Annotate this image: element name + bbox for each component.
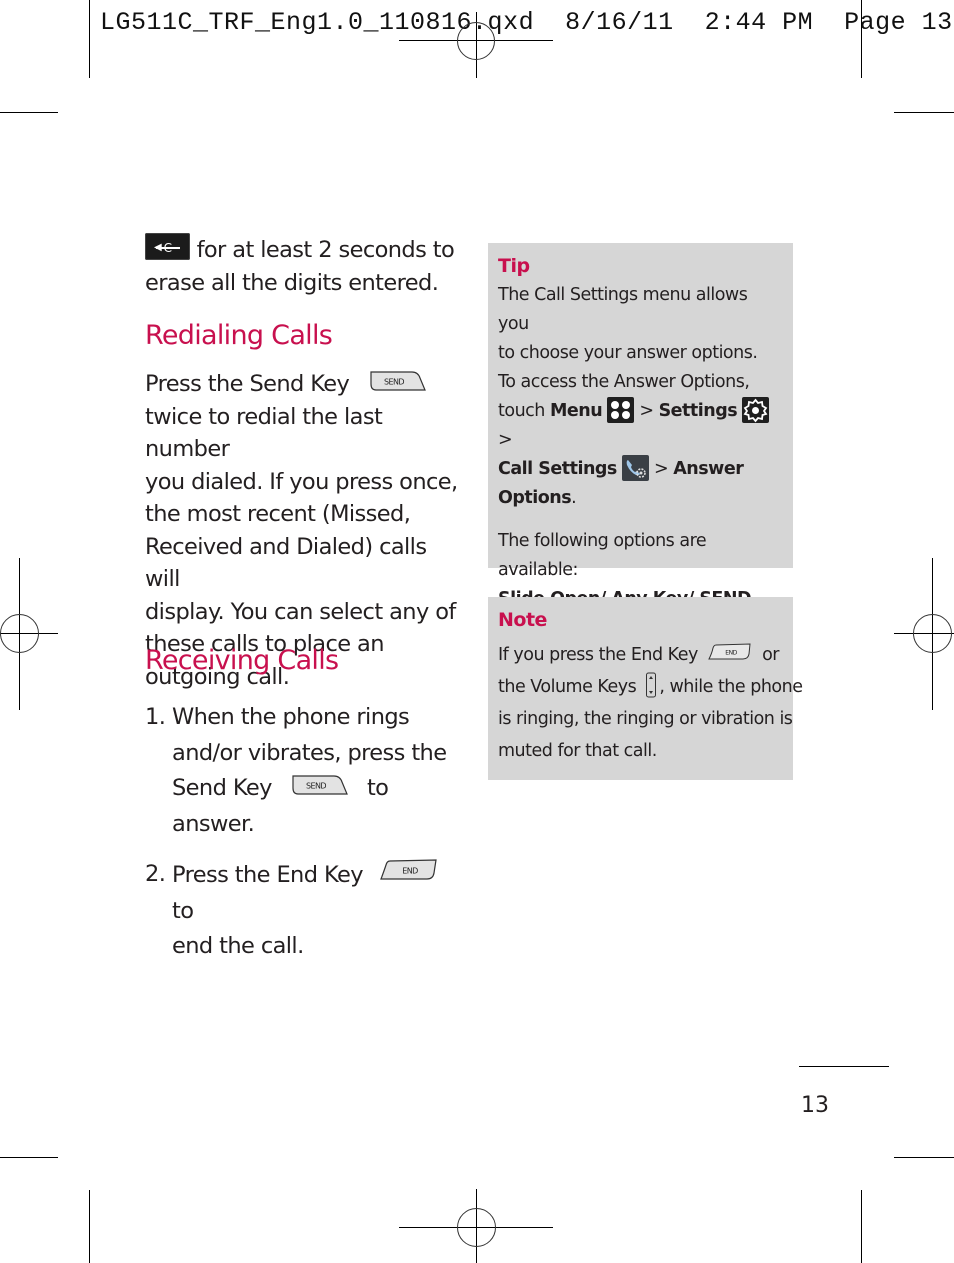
redialing-line: Received and Dialed) calls will	[145, 533, 427, 593]
send-key-icon: SEND	[292, 775, 349, 795]
end-key-icon: END	[379, 859, 437, 880]
step-number: 1.	[145, 704, 166, 730]
period: .	[571, 488, 577, 508]
intro-line-1: for at least 2 seconds to	[196, 237, 455, 263]
note-text-part: the Volume Keys	[498, 677, 637, 697]
note-text-part: If you press the End Key	[498, 645, 698, 665]
note-title: Note	[498, 609, 547, 631]
registration-circle	[457, 22, 495, 60]
settings-label: Settings	[658, 401, 738, 421]
redialing-heading: Redialing Calls	[145, 320, 333, 351]
step-line: and/or vibrates, press the	[172, 739, 447, 766]
call-settings-icon	[621, 455, 649, 481]
crop-mark	[861, 0, 862, 78]
receiving-heading: Receiving Calls	[145, 645, 339, 676]
redialing-text-before-key: Press the Send Key	[145, 371, 350, 397]
step-text: Send Key	[172, 775, 272, 801]
tip-following-line: available:	[498, 560, 578, 580]
arrow-line	[156, 247, 180, 249]
end-key-label: END	[402, 867, 418, 876]
note-box: Note If you press the End Key END or the…	[488, 597, 803, 780]
path-separator: >	[639, 401, 654, 421]
intro-line-2: erase all the digits entered.	[145, 269, 439, 296]
intro-paragraph: C ◀ for at least 2 seconds to erase all …	[145, 233, 465, 299]
tip-box: Tip The Call Settings menu allows you to…	[488, 243, 793, 638]
clear-key-icon: C ◀	[145, 233, 190, 260]
redialing-line: display. You can select any of	[145, 598, 456, 625]
registration-circle	[0, 614, 39, 653]
settings-gear-icon	[742, 397, 770, 423]
send-key-icon: SEND	[370, 371, 426, 391]
page-number: 13	[801, 1093, 829, 1118]
step-text: Press the End Key	[172, 862, 364, 888]
note-text-part: , while the phone	[659, 677, 803, 697]
tip-line: The Call Settings menu allows you	[498, 285, 748, 334]
note-text: If you press the End Key END or the Volu…	[498, 639, 803, 767]
menu-icon	[607, 397, 635, 423]
tip-line: to choose your answer options.	[498, 343, 758, 363]
call-settings-label: Call Settings	[498, 459, 617, 479]
note-line: is ringing, the ringing or vibration is	[498, 709, 793, 729]
tip-path-line-2: Call Settings > Answer Options.	[498, 455, 783, 513]
end-key-label: END	[725, 650, 737, 657]
step-line: When the phone rings	[172, 704, 410, 730]
send-key-label: SEND	[306, 782, 326, 791]
redialing-line: you dialed. If you press once,	[145, 468, 458, 495]
menu-label: Menu	[549, 401, 603, 421]
crop-mark	[89, 0, 90, 78]
crop-mark	[894, 1157, 954, 1158]
path-separator: >	[654, 459, 669, 479]
redialing-line: twice to redial the last number	[145, 403, 383, 463]
send-key-label: SEND	[384, 378, 404, 387]
crop-mark	[0, 112, 58, 113]
tip-following-line: The following options are	[498, 531, 707, 551]
crop-mark	[89, 1190, 90, 1263]
crop-mark	[861, 1190, 862, 1263]
receiving-step-1: 1. When the phone rings and/or vibrates,…	[145, 700, 465, 842]
step-line: end the call.	[172, 933, 304, 959]
tip-text: The Call Settings menu allows you to cho…	[498, 281, 783, 643]
registration-circle	[457, 1208, 496, 1247]
redialing-line: the most recent (Missed,	[145, 501, 411, 527]
tip-title: Tip	[498, 255, 530, 277]
footer-rule	[799, 1066, 889, 1067]
tip-line: To access the Answer Options,	[498, 372, 750, 392]
tip-touch: touch	[498, 401, 545, 421]
note-text-part: or	[762, 645, 779, 665]
tip-path-line-1: touch Menu > Settings >	[498, 397, 783, 455]
receiving-steps: 1. When the phone rings and/or vibrates,…	[145, 700, 465, 965]
crop-mark	[894, 112, 954, 113]
note-line: muted for that call.	[498, 741, 657, 761]
print-slug: LG511C_TRF_Eng1.0_110816.qxd 8/16/11 2:4…	[100, 8, 953, 37]
end-key-icon: END	[708, 643, 751, 660]
crop-mark	[0, 1157, 58, 1158]
registration-circle	[913, 614, 952, 653]
step-number: 2.	[145, 861, 166, 887]
step-text: to	[172, 897, 194, 924]
volume-keys-icon	[646, 672, 657, 698]
receiving-step-2: 2. Press the End Key END to end the call…	[145, 857, 465, 965]
path-separator: >	[498, 430, 513, 450]
